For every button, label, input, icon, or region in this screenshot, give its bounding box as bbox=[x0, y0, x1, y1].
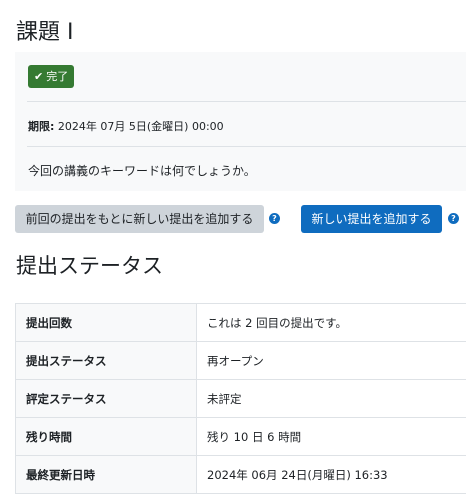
row-value: 2024年 06月 24日(月曜日) 16:33 bbox=[196, 455, 466, 494]
table-row: 提出ステータス 再オープン bbox=[15, 341, 466, 380]
question-circle-icon[interactable]: ? bbox=[448, 213, 459, 224]
check-icon: ✔ bbox=[34, 70, 44, 83]
row-value: 未評定 bbox=[196, 379, 466, 418]
add-new-submission-button[interactable]: 新しい提出を追加する bbox=[301, 205, 442, 233]
due-date-label: 期限: bbox=[28, 120, 55, 133]
divider bbox=[27, 101, 466, 102]
table-row: 最終更新日時 2024年 06月 24日(月曜日) 16:33 bbox=[15, 455, 466, 494]
table-row: 評定ステータス 未評定 bbox=[15, 379, 466, 418]
question-circle-icon[interactable]: ? bbox=[269, 213, 280, 224]
row-label: 提出ステータス bbox=[15, 341, 197, 380]
submission-status-table: 提出回数 これは 2 回目の提出です。 提出ステータス 再オープン 評定ステータ… bbox=[15, 303, 466, 494]
due-date: 期限: 2024年 07月 5日(金曜日) 00:00 bbox=[28, 118, 224, 134]
row-value: 再オープン bbox=[196, 341, 466, 380]
row-value: これは 2 回目の提出です。 bbox=[196, 303, 466, 342]
assignment-page: 課題 I ✔ 完了 期限: 2024年 07月 5日(金曜日) 00:00 今回… bbox=[0, 0, 466, 495]
row-value: 残り 10 日 6 時間 bbox=[196, 417, 466, 456]
submission-status-heading: 提出ステータス bbox=[16, 254, 163, 278]
assignment-description: 今回の講義のキーワードは何でしょうか。 bbox=[28, 164, 256, 178]
row-label: 評定ステータス bbox=[15, 379, 197, 418]
completion-status-label: 完了 bbox=[46, 70, 69, 83]
table-row: 残り時間 残り 10 日 6 時間 bbox=[15, 417, 466, 456]
activity-info-box: ✔ 完了 期限: 2024年 07月 5日(金曜日) 00:00 今回の講義のキ… bbox=[15, 52, 466, 191]
row-label: 最終更新日時 bbox=[15, 455, 197, 494]
table-row: 提出回数 これは 2 回目の提出です。 bbox=[15, 303, 466, 342]
row-label: 残り時間 bbox=[15, 417, 197, 456]
due-date-value: 2024年 07月 5日(金曜日) 00:00 bbox=[54, 120, 224, 133]
add-submission-from-previous-button[interactable]: 前回の提出をもとに新しい提出を追加する bbox=[15, 205, 264, 233]
divider bbox=[27, 146, 466, 147]
completion-status-badge: ✔ 完了 bbox=[28, 65, 75, 88]
page-title: 課題 I bbox=[16, 20, 74, 45]
row-label: 提出回数 bbox=[15, 303, 197, 342]
